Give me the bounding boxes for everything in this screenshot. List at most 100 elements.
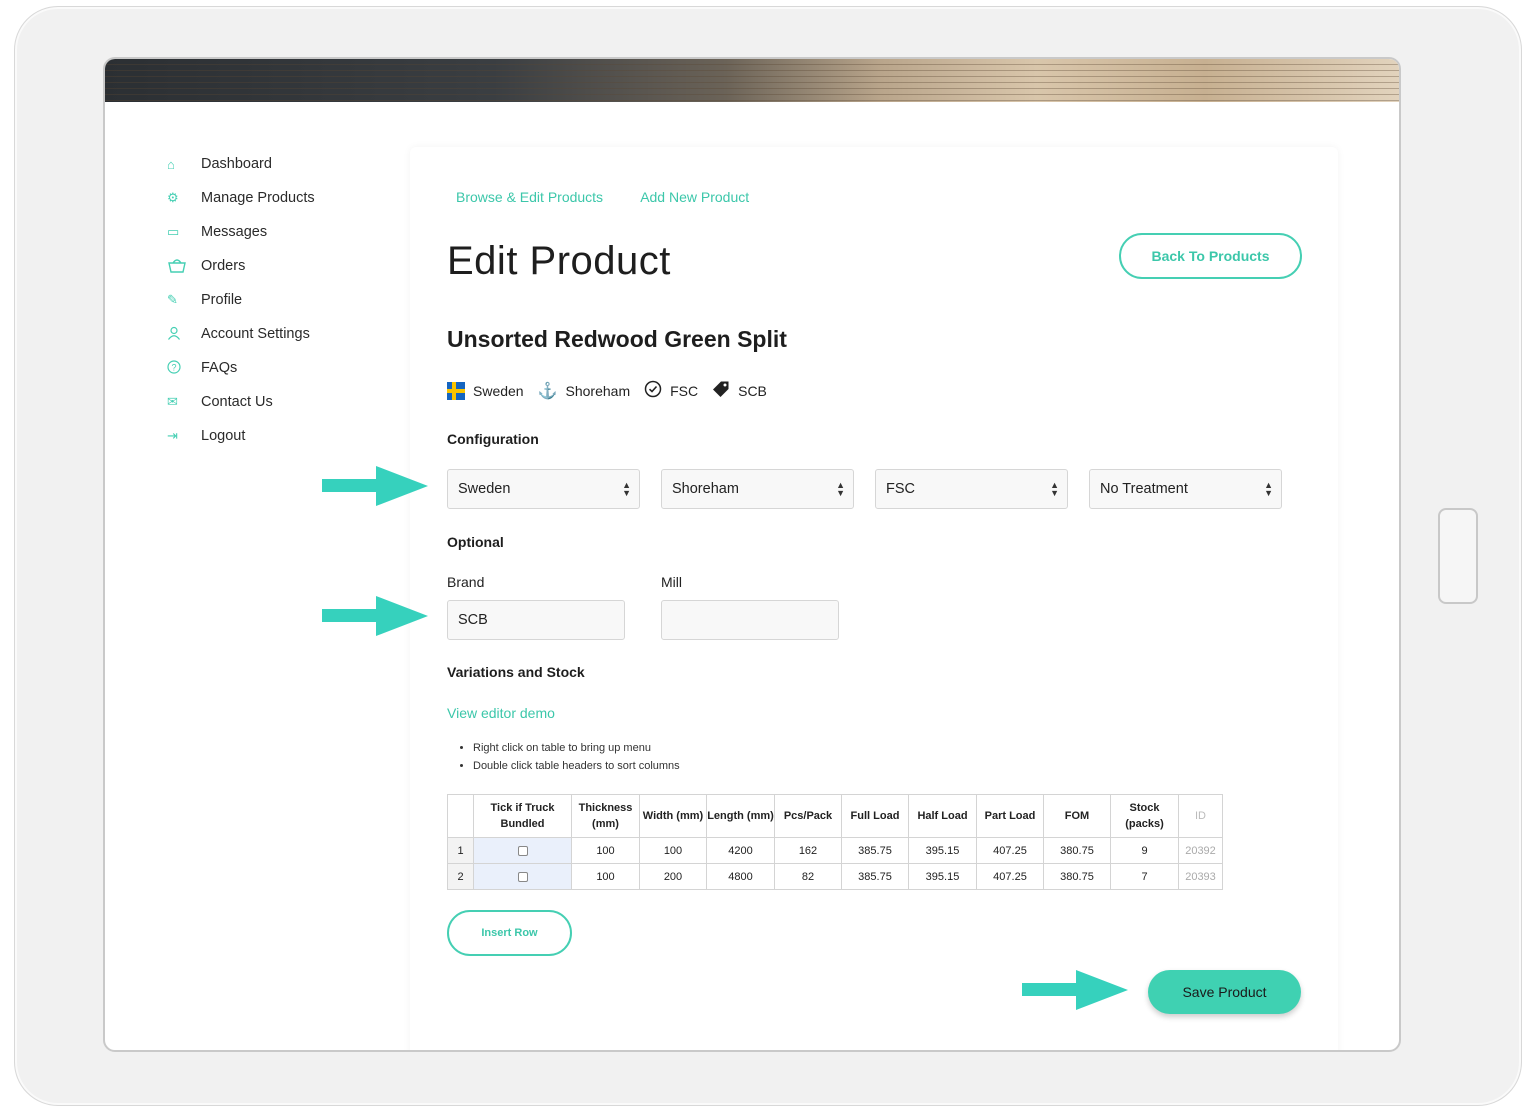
anchor-icon: ⚓ [537, 382, 558, 400]
column-header-pcs-pack[interactable]: Pcs/Pack [774, 794, 842, 838]
select-arrows-icon: ▲ ▼ [622, 480, 631, 498]
edit-product-card: Browse & Edit Products Add New Product E… [410, 147, 1338, 1050]
country-select-value: Sweden [458, 481, 511, 497]
stock-cell[interactable]: 9 [1110, 837, 1179, 864]
sidebar-item-label: FAQs [201, 360, 238, 376]
sidebar-item-manage-products[interactable]: ⚙ Manage Products [167, 181, 407, 215]
id-cell: 20393 [1178, 863, 1223, 890]
tablet-home-button [1438, 508, 1478, 604]
half-load-cell[interactable]: 395.15 [908, 837, 977, 864]
mill-input[interactable] [661, 600, 839, 640]
truck-bundled-cell[interactable] [473, 863, 572, 890]
certification-select[interactable]: FSC ▲ ▼ [875, 469, 1068, 509]
table-row: 1 100 100 4200 162 385.75 395.15 407.25 … [447, 837, 1223, 864]
sweden-flag-icon [447, 381, 465, 400]
truck-bundled-cell[interactable] [473, 837, 572, 864]
sidebar-item-orders[interactable]: Orders [167, 249, 407, 283]
arrow-right-icon [322, 466, 428, 506]
header-banner-image [105, 59, 1399, 102]
table-header-row: Tick if Truck Bundled Thickness (mm) Wid… [447, 794, 1223, 838]
configuration-heading: Configuration [447, 431, 539, 447]
column-header-part-load[interactable]: Part Load [976, 794, 1044, 838]
meta-brand-label: SCB [738, 382, 767, 399]
full-load-cell[interactable]: 385.75 [841, 863, 909, 890]
sidebar-item-label: Orders [201, 258, 246, 274]
length-cell[interactable]: 4200 [706, 837, 775, 864]
pcs-pack-cell[interactable]: 162 [774, 837, 842, 864]
select-arrows-icon: ▲ ▼ [836, 480, 845, 498]
fom-cell[interactable]: 380.75 [1043, 837, 1111, 864]
column-header-length[interactable]: Length (mm) [706, 794, 775, 838]
port-select-value: Shoreham [672, 481, 739, 497]
sidebar-item-profile[interactable]: ✎ Profile [167, 283, 407, 317]
column-header-width[interactable]: Width (mm) [639, 794, 707, 838]
sidebar-item-label: Manage Products [201, 190, 315, 206]
column-header-truck-bundled[interactable]: Tick if Truck Bundled [473, 794, 572, 838]
tip-item: Double click table headers to sort colum… [473, 757, 680, 775]
home-icon: ⌂ [167, 156, 175, 172]
insert-row-button[interactable]: Insert Row [447, 910, 572, 956]
sidebar-item-label: Dashboard [201, 156, 272, 172]
fom-cell[interactable]: 380.75 [1043, 863, 1111, 890]
part-load-cell[interactable]: 407.25 [976, 863, 1044, 890]
meta-country-label: Sweden [473, 382, 524, 399]
half-load-cell[interactable]: 395.15 [908, 863, 977, 890]
sidebar-item-account-settings[interactable]: Account Settings [167, 317, 407, 351]
column-header-full-load[interactable]: Full Load [841, 794, 909, 838]
check-circle-icon [644, 380, 662, 401]
meta-port: ⚓ Shoreham [538, 381, 631, 401]
sidebar-item-contact-us[interactable]: ✉ Contact Us [167, 385, 407, 419]
arrow-right-icon [322, 596, 428, 636]
sidebar-item-faqs[interactable]: ? FAQs [167, 351, 407, 385]
stock-cell[interactable]: 7 [1110, 863, 1179, 890]
column-header-thickness[interactable]: Thickness (mm) [571, 794, 640, 838]
column-header-fom[interactable]: FOM [1043, 794, 1111, 838]
tab-browse-edit-products[interactable]: Browse & Edit Products [456, 189, 603, 205]
variations-table[interactable]: Tick if Truck Bundled Thickness (mm) Wid… [447, 794, 1223, 890]
thickness-cell[interactable]: 100 [571, 863, 640, 890]
back-to-products-button[interactable]: Back To Products [1119, 233, 1302, 279]
treatment-select[interactable]: No Treatment ▲ ▼ [1089, 469, 1282, 509]
select-arrows-icon: ▲ ▼ [1264, 480, 1273, 498]
thickness-cell[interactable]: 100 [571, 837, 640, 864]
chat-icon: ▭ [167, 224, 180, 239]
brand-input[interactable] [447, 600, 625, 640]
meta-brand: SCB [712, 380, 767, 401]
view-editor-demo-link[interactable]: View editor demo [447, 705, 555, 721]
sidebar-item-messages[interactable]: ▭ Messages 1 [167, 215, 436, 249]
tab-add-new-product[interactable]: Add New Product [640, 189, 749, 205]
app-screen: ⌂ Dashboard ⚙ Manage Products ▭ Messages… [103, 57, 1401, 1052]
meta-certification: FSC [644, 380, 698, 401]
sidebar: ⌂ Dashboard ⚙ Manage Products ▭ Messages… [167, 147, 436, 453]
treatment-select-value: No Treatment [1100, 481, 1188, 497]
column-header-id[interactable]: ID [1178, 794, 1223, 838]
part-load-cell[interactable]: 407.25 [976, 837, 1044, 864]
meta-country: Sweden [447, 381, 524, 400]
pcs-pack-cell[interactable]: 82 [774, 863, 842, 890]
sidebar-item-logout[interactable]: ⇥ Logout [167, 419, 407, 453]
column-header-stock[interactable]: Stock (packs) [1110, 794, 1179, 838]
pencil-icon: ✎ [167, 292, 178, 307]
certification-select-value: FSC [886, 481, 915, 497]
sidebar-item-label: Profile [201, 292, 243, 308]
port-select[interactable]: Shoreham ▲ ▼ [661, 469, 854, 509]
country-select[interactable]: Sweden ▲ ▼ [447, 469, 640, 509]
arrow-right-icon [1022, 970, 1128, 1010]
truck-bundled-checkbox[interactable] [517, 871, 528, 882]
page-title: Edit Product [447, 239, 671, 283]
save-product-button[interactable]: Save Product [1148, 970, 1301, 1014]
length-cell[interactable]: 4800 [706, 863, 775, 890]
sidebar-item-label: Contact Us [201, 394, 273, 410]
tip-item: Right click on table to bring up menu [473, 739, 680, 757]
mill-label: Mill [661, 574, 682, 590]
width-cell[interactable]: 100 [639, 837, 707, 864]
full-load-cell[interactable]: 385.75 [841, 837, 909, 864]
column-header-half-load[interactable]: Half Load [908, 794, 977, 838]
width-cell[interactable]: 200 [639, 863, 707, 890]
sidebar-item-dashboard[interactable]: ⌂ Dashboard [167, 147, 407, 181]
sidebar-item-label: Logout [201, 428, 246, 444]
product-tabs: Browse & Edit Products Add New Product [456, 189, 783, 205]
gear-icon: ⚙ [167, 190, 179, 205]
truck-bundled-checkbox[interactable] [517, 845, 528, 856]
user-icon [167, 326, 201, 343]
